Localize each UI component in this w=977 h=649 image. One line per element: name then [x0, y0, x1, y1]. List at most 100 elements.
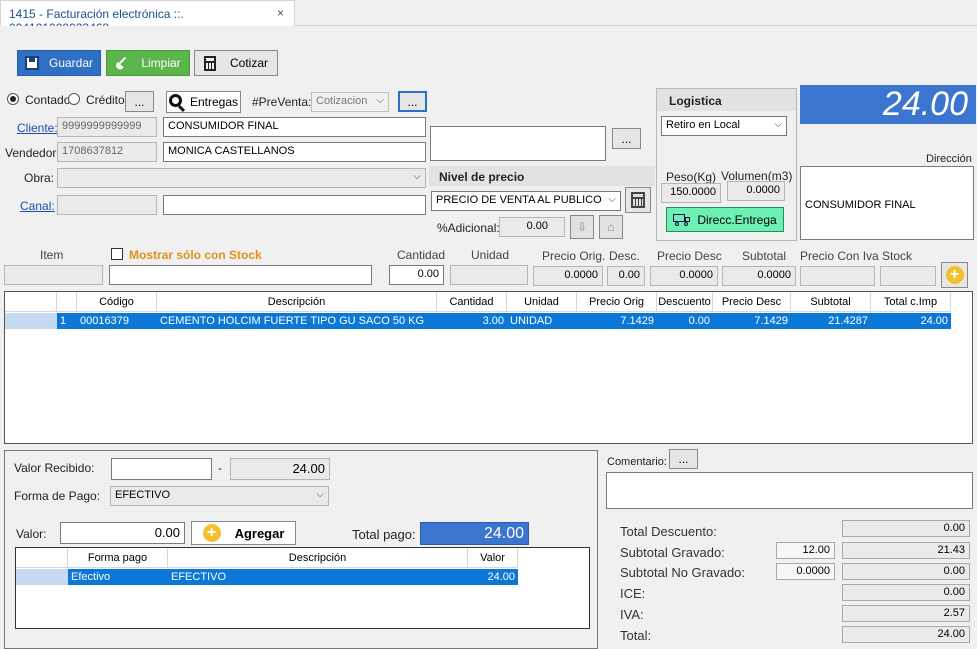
table-row[interactable]: 1 00016379 CEMENTO HOLCIM FUERTE TIPO GU…	[5, 313, 951, 329]
total-display: 24.00	[800, 85, 976, 124]
cash-radio[interactable]	[7, 93, 19, 105]
obra-select[interactable]: ⌵	[57, 168, 426, 188]
price-level-select[interactable]: PRECIO DE VENTA AL PUBLICO ⌵	[431, 191, 621, 211]
arrow-down-icon: ⇩	[576, 220, 588, 234]
price-orig-header: Precio Orig.	[542, 249, 606, 263]
col-description[interactable]: Descripción	[157, 292, 437, 312]
col-subtotal[interactable]: Subtotal	[791, 292, 871, 312]
row-selector	[16, 569, 68, 585]
comment-field[interactable]	[606, 472, 973, 509]
deliveries-button[interactable]: Entregas	[166, 91, 241, 113]
item-search-field[interactable]	[109, 265, 372, 285]
total-paid-field: 24.00	[420, 522, 529, 545]
credit-radio[interactable]	[68, 93, 80, 105]
client-id-field[interactable]: 9999999999999	[57, 117, 157, 137]
delivery-address-label: Direcc.Entrega	[697, 212, 777, 227]
change-field[interactable]: 24.00	[230, 458, 330, 480]
col-payment-value[interactable]: Valor	[468, 548, 518, 568]
weight-field[interactable]: 150.0000	[661, 183, 721, 203]
received-field[interactable]	[111, 458, 212, 480]
price-tax-header: Precio Con Iva	[800, 249, 879, 263]
clear-button[interactable]: Limpiar	[106, 50, 190, 76]
table-row[interactable]: Efectivo EFECTIVO 24.00	[16, 569, 518, 585]
cell-price-disc: 7.1429	[713, 313, 791, 329]
seller-name-field[interactable]: MONICA CASTELLANOS	[163, 142, 426, 162]
col-code[interactable]: Código	[77, 292, 157, 312]
seller-id-field[interactable]: 1708637812	[57, 142, 157, 162]
preventa-value: Cotizacion	[316, 95, 368, 107]
unit-field[interactable]	[450, 265, 528, 285]
notes-ellipsis-button[interactable]: ...	[612, 128, 641, 149]
client-name-field[interactable]: CONSUMIDOR FINAL	[163, 117, 426, 137]
row-selector	[5, 313, 57, 329]
cell-unit: UNIDAD	[507, 313, 577, 329]
stock-field[interactable]	[880, 266, 936, 286]
logistics-mode-select[interactable]: Retiro en Local ⌵	[661, 116, 787, 136]
client-link[interactable]: Cliente:	[17, 121, 58, 135]
canal-link[interactable]: Canal:	[20, 199, 55, 213]
add-item-button[interactable]: +	[941, 262, 968, 288]
preventa-ellipsis-button[interactable]: ...	[398, 91, 427, 112]
price-down-button[interactable]: ⇩	[570, 215, 594, 239]
credit-label: Crédito	[86, 93, 125, 107]
credit-ellipsis-button[interactable]: ...	[125, 91, 154, 112]
notes-field[interactable]	[430, 126, 606, 161]
volume-field[interactable]: 0.0000	[727, 181, 785, 201]
canal-desc-field[interactable]	[163, 195, 426, 215]
save-button[interactable]: Guardar	[17, 50, 101, 76]
col-total[interactable]: Total c.Imp	[871, 292, 951, 312]
value-field[interactable]: 0.00	[60, 522, 185, 544]
item-code-field[interactable]	[4, 265, 103, 285]
untaxed-subtotal-label: Subtotal No Gravado:	[620, 565, 746, 580]
preventa-select[interactable]: Cotizacion ⌵	[311, 92, 389, 112]
col-payment-method[interactable]: Forma pago	[68, 548, 168, 568]
search-icon	[168, 93, 186, 112]
col-qty[interactable]: Cantidad	[437, 292, 507, 312]
obra-label: Obra:	[24, 171, 55, 185]
items-grid[interactable]: Código Descripción Cantidad Unidad Preci…	[4, 291, 973, 444]
comment-label: Comentario:	[607, 456, 667, 468]
price-disc-field[interactable]: 0.0000	[650, 266, 718, 286]
stock-only-checkbox[interactable]	[111, 248, 123, 260]
price-orig-field[interactable]: 0.0000	[533, 266, 603, 286]
address-field[interactable]: CONSUMIDOR FINAL	[800, 166, 974, 240]
received-label: Valor Recibido:	[14, 461, 95, 475]
total-paid-label: Total pago:	[352, 527, 416, 542]
payments-grid[interactable]: Forma pago Descripción Valor Efectivo EF…	[15, 547, 590, 629]
col-price-disc[interactable]: Precio Desc	[713, 292, 791, 312]
cell-code: 00016379	[77, 313, 157, 329]
cell-qty: 3.00	[437, 313, 507, 329]
grid-index-header	[57, 292, 77, 312]
taxed-rate-value: 12.00	[776, 542, 835, 559]
comment-ellipsis-button[interactable]: ...	[669, 449, 698, 469]
method-select[interactable]: EFECTIVO ⌵	[110, 486, 329, 506]
cash-label: Contado	[25, 93, 71, 107]
col-price-orig[interactable]: Precio Orig	[577, 292, 657, 312]
col-unit[interactable]: Unidad	[507, 292, 577, 312]
document-tab[interactable]: 1415 - Facturación electrónica ::. 00410…	[0, 0, 295, 35]
disc-field[interactable]: 0.00	[607, 266, 645, 286]
stock-only-label: Mostrar sólo con Stock	[129, 248, 262, 262]
add-payment-button[interactable]: + Agregar	[191, 521, 296, 545]
calculator-button[interactable]	[625, 187, 651, 213]
canal-field[interactable]	[57, 195, 157, 215]
col-payment-desc[interactable]: Descripción	[168, 548, 468, 568]
total-display-value: 24.00	[882, 85, 968, 123]
delivery-address-button[interactable]: Direcc.Entrega	[666, 207, 784, 232]
taxed-subtotal-label: Subtotal Gravado:	[620, 545, 725, 560]
pgrid-row-header	[16, 548, 68, 568]
stock-header: Stock	[882, 249, 913, 263]
chevron-down-icon: ⌵	[608, 194, 616, 205]
price-tax-field[interactable]	[800, 266, 875, 286]
subtotal-field[interactable]: 0.0000	[722, 266, 796, 286]
additional-field[interactable]: 0.00	[499, 217, 565, 237]
chevron-down-icon: ⌵	[316, 489, 324, 500]
cell-payment-desc: EFECTIVO	[168, 569, 468, 585]
quote-button[interactable]: Cotizar	[194, 50, 278, 76]
ice-label: ICE:	[620, 586, 646, 601]
save-label: Guardar	[48, 56, 94, 70]
col-discount[interactable]: Descuento	[657, 292, 713, 312]
qty-field[interactable]: 0.00	[389, 265, 444, 285]
close-icon[interactable]: ×	[277, 6, 284, 20]
price-home-button[interactable]: ⌂	[599, 215, 623, 239]
